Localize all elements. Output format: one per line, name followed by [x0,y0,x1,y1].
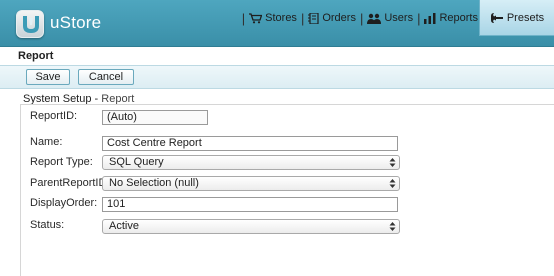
bar-chart-icon [424,12,436,24]
page-header: Report [0,47,554,65]
status-label: Status: [30,219,65,231]
select-arrows-icon [389,222,396,231]
select-arrows-icon [389,179,396,188]
nav-item-orders[interactable]: Orders [308,12,356,24]
display-order-label: DisplayOrder: [30,197,98,209]
select-arrows-icon [389,158,396,167]
save-button[interactable]: Save [26,69,70,85]
parent-report-id-label: ParentReportID: [30,177,110,189]
cart-icon [249,12,263,23]
report-id-label: ReportID: [30,110,78,122]
ustore-logo-icon[interactable] [16,10,44,38]
nav-divider: | [241,10,246,26]
nav-item-label: Users [384,12,414,24]
nav-item-reports[interactable]: Reports [424,12,478,24]
nav-divider: | [417,10,421,26]
orders-icon [308,12,319,24]
name-label: Name: [30,136,63,148]
nav-item-label: Stores [265,12,297,24]
name-field[interactable]: Cost Centre Report [102,136,398,151]
cancel-button[interactable]: Cancel [78,69,134,85]
status-select[interactable]: Active [102,219,400,234]
report-type-value: SQL Query [109,156,164,168]
wrench-icon [490,12,503,23]
display-order-field[interactable]: 101 [102,197,398,212]
nav-item-label: Orders [322,12,356,24]
users-icon [367,13,382,24]
parent-report-id-value: No Selection (null) [109,177,199,189]
page-title: Report [18,50,54,62]
nav-item-label: Presets [506,11,545,24]
nav-item-label: Reports [439,12,478,24]
nav-divider: | [359,10,364,26]
app-name: uStore [50,13,102,32]
report-type-select[interactable]: SQL Query [102,155,400,170]
nav-divider: | [300,10,305,26]
parent-report-id-select[interactable]: No Selection (null) [102,176,400,191]
main-nav: | Stores | Orders | Users | Reports [238,10,478,26]
report-id-field: (Auto) [102,110,208,125]
nav-item-users[interactable]: Users [367,12,413,24]
action-toolbar: Save Cancel [0,65,554,89]
report-type-label: Report Type: [30,156,93,168]
status-value: Active [109,220,139,232]
nav-item-stores[interactable]: Stores [249,12,297,24]
nav-item-presets[interactable]: Presets [479,0,554,36]
top-navigation-bar: uStore | Stores | Orders | Users | Repor… [0,0,554,47]
